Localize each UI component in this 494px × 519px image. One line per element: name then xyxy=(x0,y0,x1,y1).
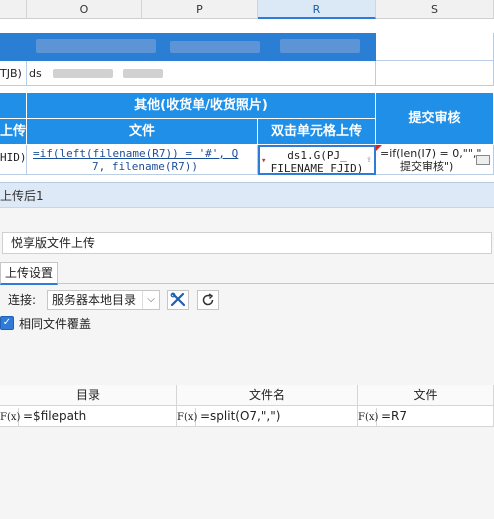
submit-review-header: 提交审核 xyxy=(376,93,494,145)
overwrite-label: 相同文件覆盖 xyxy=(19,316,92,331)
redacted-text xyxy=(170,41,260,53)
refresh-icon xyxy=(202,293,214,306)
ds-text: ds xyxy=(29,67,42,80)
file-formula: =R7 xyxy=(381,409,408,423)
overwrite-row: ✓ 相同文件覆盖 xyxy=(0,314,91,332)
widget-name-input[interactable]: 悦享版文件上传 xyxy=(2,232,492,254)
cell-s-title[interactable] xyxy=(376,33,494,61)
connection-label: 连接: xyxy=(8,293,37,307)
title-row-bar xyxy=(0,33,376,61)
cell-left-hid[interactable]: HID) xyxy=(0,145,27,175)
upload-widget-icon: ⇪ xyxy=(365,154,372,165)
cell-s7-formula[interactable]: =if(len(I7) = 0,""," 提交审核") xyxy=(376,145,494,175)
column-header-filename: 文件名 xyxy=(177,385,358,406)
comment-triangle-icon xyxy=(376,145,382,151)
cell-o7-formula[interactable]: =if(left(filename(R7)) = '#', Q 7, filen… xyxy=(27,145,258,175)
cell-left-fragment[interactable]: TJB) xyxy=(0,61,27,86)
directory-formula: =$filepath xyxy=(23,409,87,423)
formula-r-line1: ds1.G(PJ_ xyxy=(287,149,347,162)
connection-settings-button[interactable] xyxy=(167,290,189,310)
fx-icon[interactable]: F(x) xyxy=(177,408,197,426)
cell-r7-selected[interactable]: ds1.G(PJ_ FILENAME_FJID) ▾ ⇪ xyxy=(258,145,376,175)
column-header-o[interactable]: O xyxy=(27,0,142,19)
filename-formula-cell[interactable]: F(x) =split(O7,",") xyxy=(177,406,358,427)
directory-formula-cell[interactable]: F(x) =$filepath xyxy=(0,406,177,427)
formula-r-line2: FILENAME_FJID) xyxy=(270,162,364,175)
header-left-blank xyxy=(0,93,27,119)
panel-title: 上传后1 xyxy=(0,189,44,203)
corner-marker-icon: ▾ xyxy=(261,156,267,166)
spreadsheet-area[interactable]: O P R S TJB) ds 其他(收货单/收货照片) 提交审核 上传 文件 … xyxy=(0,0,494,182)
redacted-text xyxy=(36,39,156,53)
double-click-upload-header: 双击单元格上传 xyxy=(258,119,376,145)
fx-icon[interactable]: F(x) xyxy=(358,408,378,426)
panel-title-bar: 上传后1 xyxy=(0,182,494,208)
tab-divider xyxy=(0,283,494,284)
redacted-text xyxy=(123,69,163,78)
tab-upload-settings[interactable]: 上传设置 xyxy=(0,262,59,285)
widget-name-value: 悦享版文件上传 xyxy=(11,236,96,250)
tab-upload-settings-label: 上传设置 xyxy=(5,266,54,280)
button-widget-icon xyxy=(476,155,490,165)
column-header-partial[interactable] xyxy=(0,0,27,19)
chevron-down-icon: ⌵ xyxy=(142,291,159,309)
file-header: 文件 xyxy=(27,119,258,145)
redacted-text xyxy=(53,69,113,78)
formula-o-line2: 7, filename(R7)) xyxy=(92,160,198,173)
cell-s-ds[interactable] xyxy=(376,61,494,86)
cell-ds-row[interactable]: ds xyxy=(27,61,376,86)
file-formula-cell[interactable]: F(x) =R7 xyxy=(358,406,494,427)
column-header-p[interactable]: P xyxy=(142,0,258,19)
overwrite-checkbox[interactable]: ✓ xyxy=(0,316,14,330)
refresh-button[interactable] xyxy=(197,290,219,310)
column-header-directory: 目录 xyxy=(0,385,177,406)
tools-icon xyxy=(170,292,186,307)
group-header: 其他(收货单/收货照片) xyxy=(27,93,376,119)
filename-formula: =split(O7,",") xyxy=(200,409,281,423)
fx-icon[interactable]: F(x) xyxy=(0,408,20,426)
property-panel: 悦享版文件上传 上传设置 连接: 服务器本地目录 ⌵ ✓ 相同文件覆盖 目录 文… xyxy=(0,208,494,519)
column-header-file: 文件 xyxy=(358,385,494,406)
redacted-text xyxy=(280,39,360,53)
column-header-s[interactable]: S xyxy=(376,0,494,19)
header-left-fragment: 上传 xyxy=(0,119,27,145)
column-header-r[interactable]: R xyxy=(258,0,376,19)
connection-value: 服务器本地目录 xyxy=(52,293,137,307)
connection-select[interactable]: 服务器本地目录 ⌵ xyxy=(47,290,160,310)
formula-o-line1: =if(left(filename(R7)) = '#', Q xyxy=(33,147,239,160)
